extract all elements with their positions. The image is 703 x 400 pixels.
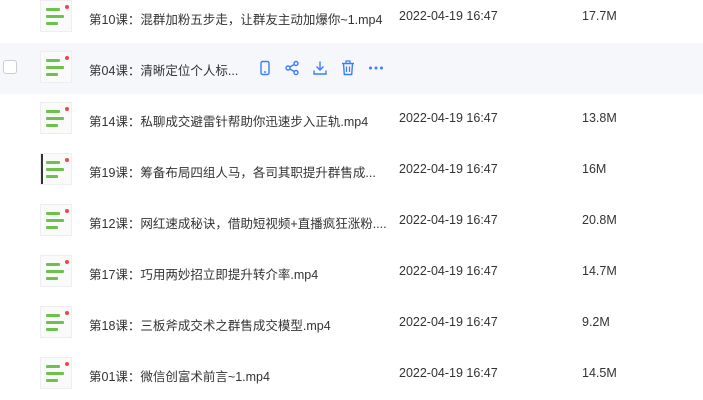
file-size: 16M bbox=[582, 162, 607, 176]
file-name[interactable]: 第19课：筹备布局四组人马，各司其职提升群售成... bbox=[89, 162, 376, 181]
file-date: 2022-04-19 16:47 bbox=[399, 111, 498, 125]
file-size: 20.8M bbox=[582, 213, 617, 227]
file-date: 2022-04-19 16:47 bbox=[399, 9, 498, 23]
file-name[interactable]: 第17课：巧用两妙招立即提升转介率.mp4 bbox=[89, 264, 318, 283]
file-date: 2022-04-19 16:47 bbox=[399, 315, 498, 329]
file-name[interactable]: 第18课：三板斧成交术之群售成交模型.mp4 bbox=[89, 315, 331, 334]
video-thumbnail bbox=[40, 153, 72, 185]
file-date: 2022-04-19 16:47 bbox=[399, 213, 498, 227]
file-size: 17.7M bbox=[582, 9, 617, 23]
row-checkbox[interactable] bbox=[3, 60, 17, 74]
file-row[interactable]: 第01课：微信创富术前言~1.mp4 2022-04-19 16:47 14.5… bbox=[0, 349, 703, 400]
file-size: 13.8M bbox=[582, 111, 617, 125]
file-row[interactable]: 第14课：私聊成交避雷针帮助你迅速步入正轨.mp4 2022-04-19 16:… bbox=[0, 94, 703, 145]
video-thumbnail bbox=[40, 102, 72, 134]
download-icon[interactable] bbox=[311, 59, 329, 77]
file-row[interactable]: 第19课：筹备布局四组人马，各司其职提升群售成... 2022-04-19 16… bbox=[0, 145, 703, 196]
share-icon[interactable] bbox=[283, 59, 301, 77]
trash-icon[interactable] bbox=[339, 59, 357, 77]
file-name[interactable]: 第04课：清晰定位个人标... bbox=[89, 60, 238, 79]
more-icon[interactable] bbox=[367, 59, 385, 77]
file-row[interactable]: 第12课：网红速成秘诀，借助短视频+直播疯狂涨粉.... 2022-04-19 … bbox=[0, 196, 703, 247]
file-name[interactable]: 第10课：混群加粉五步走，让群友主动加爆你~1.mp4 bbox=[89, 9, 382, 28]
file-size: 14.7M bbox=[582, 264, 617, 278]
file-row-hovered[interactable]: 第04课：清晰定位个人标... bbox=[0, 43, 703, 94]
video-thumbnail bbox=[40, 51, 72, 83]
video-thumbnail bbox=[40, 204, 72, 236]
file-name[interactable]: 第14课：私聊成交避雷针帮助你迅速步入正轨.mp4 bbox=[89, 111, 368, 130]
phone-icon[interactable] bbox=[256, 59, 274, 77]
file-row[interactable]: 第18课：三板斧成交术之群售成交模型.mp4 2022-04-19 16:47 … bbox=[0, 298, 703, 349]
file-list: 第10课：混群加粉五步走，让群友主动加爆你~1.mp4 2022-04-19 1… bbox=[0, 0, 703, 400]
video-thumbnail bbox=[40, 357, 72, 389]
file-date: 2022-04-19 16:47 bbox=[399, 366, 498, 380]
file-row[interactable]: 第10课：混群加粉五步走，让群友主动加爆你~1.mp4 2022-04-19 1… bbox=[0, 0, 703, 43]
file-date: 2022-04-19 16:47 bbox=[399, 264, 498, 278]
file-date: 2022-04-19 16:47 bbox=[399, 162, 498, 176]
file-size: 9.2M bbox=[582, 315, 610, 329]
video-thumbnail bbox=[40, 306, 72, 338]
file-row[interactable]: 第17课：巧用两妙招立即提升转介率.mp4 2022-04-19 16:47 1… bbox=[0, 247, 703, 298]
file-size: 14.5M bbox=[582, 366, 617, 380]
file-name[interactable]: 第01课：微信创富术前言~1.mp4 bbox=[89, 366, 270, 385]
video-thumbnail bbox=[40, 255, 72, 287]
file-name[interactable]: 第12课：网红速成秘诀，借助短视频+直播疯狂涨粉.... bbox=[89, 213, 387, 232]
video-thumbnail bbox=[40, 0, 72, 32]
